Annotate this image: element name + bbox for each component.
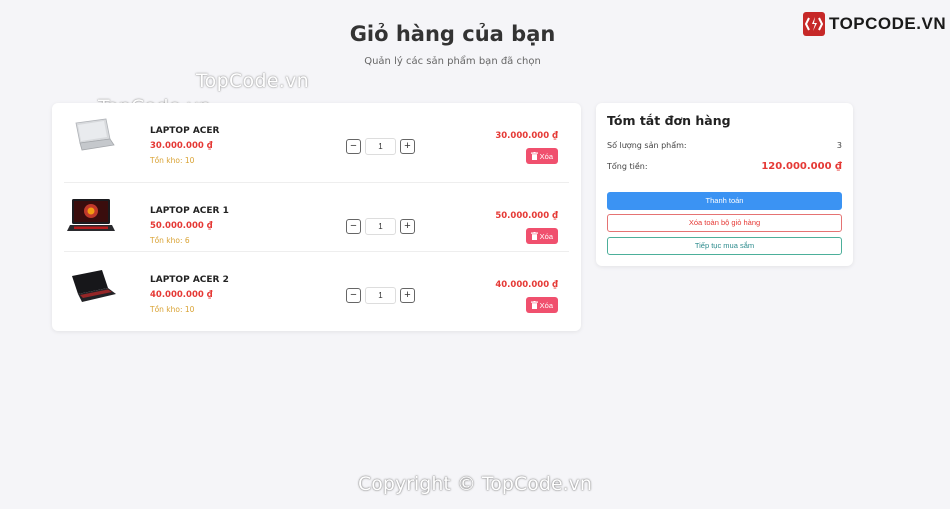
total-value: 120.000.000 ₫ xyxy=(761,161,842,172)
delete-label: Xóa xyxy=(539,151,553,161)
trash-icon xyxy=(530,152,538,160)
increase-quantity-button[interactable]: + xyxy=(400,139,415,154)
product-stock: Tồn kho: 10 xyxy=(150,156,195,165)
product-stock: Tồn kho: 6 xyxy=(150,236,190,245)
quantity-input[interactable] xyxy=(365,138,396,155)
page-title: Giỏ hàng của bạn xyxy=(349,22,556,46)
product-stock: Tồn kho: 10 xyxy=(150,305,195,314)
trash-icon xyxy=(530,232,538,240)
page-subtitle: Quản lý các sản phẩm bạn đã chọn xyxy=(364,56,541,67)
product-image-laptop-gaming-red xyxy=(67,199,115,231)
product-price: 50.000.000 ₫ xyxy=(150,221,213,231)
total-row: Tổng tiền: 120.000.000 ₫ xyxy=(607,161,842,172)
cart-items-card: LAPTOP ACER 30.000.000 ₫ Tồn kho: 10 − +… xyxy=(52,103,581,331)
product-image-laptop-black xyxy=(72,270,116,302)
item-count-row: Số lượng sản phẩm: 3 xyxy=(607,141,842,150)
quantity-input[interactable] xyxy=(365,287,396,304)
cart-item: LAPTOP ACER 2 40.000.000 ₫ Tồn kho: 10 −… xyxy=(64,251,569,321)
product-name[interactable]: LAPTOP ACER 1 xyxy=(150,206,229,216)
product-name[interactable]: LAPTOP ACER 2 xyxy=(150,275,229,285)
product-price: 40.000.000 ₫ xyxy=(150,290,213,300)
delete-item-button[interactable]: Xóa xyxy=(525,297,558,313)
item-count-label: Số lượng sản phẩm: xyxy=(607,141,687,150)
quantity-stepper: − + xyxy=(346,138,415,155)
cart-item: LAPTOP ACER 1 50.000.000 ₫ Tồn kho: 6 − … xyxy=(64,182,569,252)
order-summary-card: Tóm tắt đơn hàng Số lượng sản phẩm: 3 Tổ… xyxy=(596,103,853,266)
checkout-button[interactable]: Thanh toán xyxy=(607,192,842,210)
trash-icon xyxy=(530,301,538,309)
increase-quantity-button[interactable]: + xyxy=(400,219,415,234)
line-total: 50.000.000 ₫ xyxy=(495,211,558,221)
increase-quantity-button[interactable]: + xyxy=(400,288,415,303)
decrease-quantity-button[interactable]: − xyxy=(346,288,361,303)
continue-shopping-button[interactable]: Tiếp tục mua sắm xyxy=(607,237,842,255)
total-label: Tổng tiền: xyxy=(607,162,648,171)
quantity-stepper: − + xyxy=(346,218,415,235)
delete-item-button[interactable]: Xóa xyxy=(525,148,558,164)
watermark: TopCode.vn xyxy=(196,70,310,92)
copyright-watermark: Copyright © TopCode.vn xyxy=(358,473,592,495)
line-total: 40.000.000 ₫ xyxy=(495,280,558,290)
delete-item-button[interactable]: Xóa xyxy=(525,228,558,244)
product-price: 30.000.000 ₫ xyxy=(150,141,213,151)
product-image-laptop-silver xyxy=(75,118,115,151)
cart-item: LAPTOP ACER 30.000.000 ₫ Tồn kho: 10 − +… xyxy=(64,103,569,172)
item-count-value: 3 xyxy=(836,141,842,150)
delete-label: Xóa xyxy=(539,231,553,241)
line-total: 30.000.000 ₫ xyxy=(495,131,558,141)
clear-cart-button[interactable]: Xóa toàn bộ giỏ hàng xyxy=(607,214,842,232)
product-name[interactable]: LAPTOP ACER xyxy=(150,126,219,136)
decrease-quantity-button[interactable]: − xyxy=(346,139,361,154)
order-summary-title: Tóm tắt đơn hàng xyxy=(607,113,731,128)
quantity-input[interactable] xyxy=(365,218,396,235)
decrease-quantity-button[interactable]: − xyxy=(346,219,361,234)
quantity-stepper: − + xyxy=(346,287,415,304)
delete-label: Xóa xyxy=(539,300,553,310)
